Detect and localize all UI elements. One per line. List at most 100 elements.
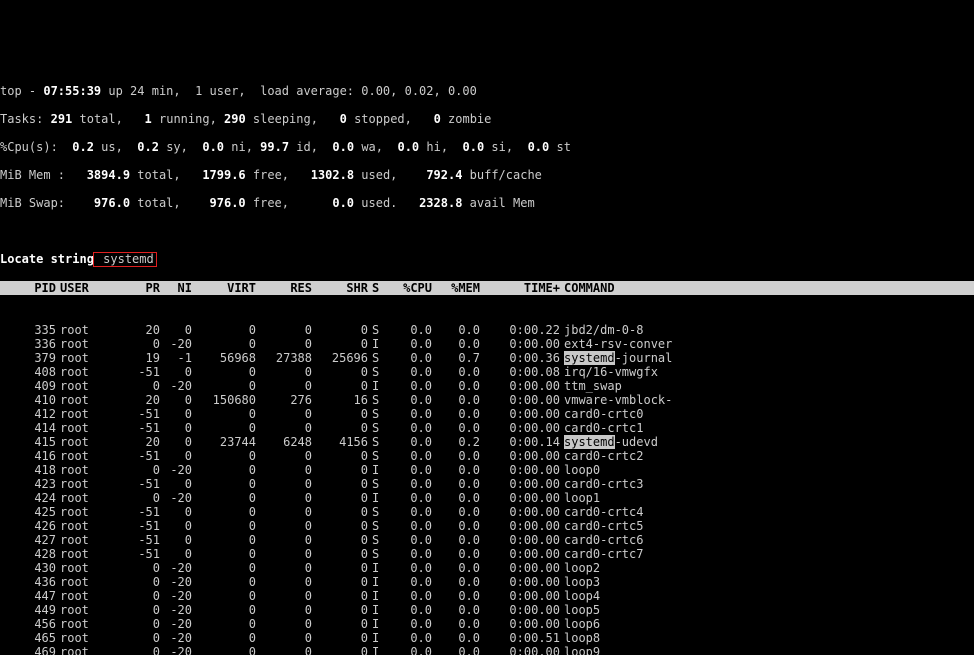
summary-area: top - 07:55:39 up 24 min, 1 user, load a…	[0, 70, 974, 224]
cell-time: 0:00.51	[480, 631, 560, 645]
col-cmd[interactable]: COMMAND	[560, 281, 615, 295]
process-row[interactable]: 409root0-20000I0.00.00:00.00ttm_swap	[0, 379, 974, 393]
process-row[interactable]: 415root2002374462484156S0.00.20:00.14sys…	[0, 435, 974, 449]
process-row[interactable]: 412root-510000S0.00.00:00.00card0-crtc0	[0, 407, 974, 421]
cell-cmd: card0-crtc4	[560, 505, 643, 519]
cell-shr: 0	[312, 603, 368, 617]
cell-pr: 20	[120, 323, 160, 337]
cell-res: 6248	[256, 435, 312, 449]
cell-res: 0	[256, 603, 312, 617]
process-row[interactable]: 425root-510000S0.00.00:00.00card0-crtc4	[0, 505, 974, 519]
col-virt[interactable]: VIRT	[192, 281, 256, 295]
process-row[interactable]: 426root-510000S0.00.00:00.00card0-crtc5	[0, 519, 974, 533]
cell-shr: 0	[312, 449, 368, 463]
cell-s: S	[368, 449, 384, 463]
cell-res: 0	[256, 491, 312, 505]
cell-time: 0:00.00	[480, 519, 560, 533]
cell-cpu: 0.0	[384, 561, 432, 575]
cell-time: 0:00.14	[480, 435, 560, 449]
col-shr[interactable]: SHR	[312, 281, 368, 295]
cell-cmd: jbd2/dm-0-8	[560, 323, 643, 337]
cell-cmd: ext4-rsv-conver	[560, 337, 672, 351]
cell-pid: 409	[0, 379, 56, 393]
tasks-running: 1	[145, 112, 152, 126]
col-pr[interactable]: PR	[120, 281, 160, 295]
process-row[interactable]: 469root0-20000I0.00.00:00.00loop9	[0, 645, 974, 655]
process-row[interactable]: 428root-510000S0.00.00:00.00card0-crtc7	[0, 547, 974, 561]
cell-shr: 25696	[312, 351, 368, 365]
search-hit: systemd	[564, 435, 615, 449]
process-row[interactable]: 336root0-20000I0.00.00:00.00ext4-rsv-con…	[0, 337, 974, 351]
cell-user: root	[56, 589, 120, 603]
cell-pid: 449	[0, 603, 56, 617]
cell-mem: 0.0	[432, 505, 480, 519]
cell-pr: 0	[120, 463, 160, 477]
process-row[interactable]: 456root0-20000I0.00.00:00.00loop6	[0, 617, 974, 631]
cell-res: 0	[256, 407, 312, 421]
cell-pid: 447	[0, 589, 56, 603]
cell-pid: 427	[0, 533, 56, 547]
cell-user: root	[56, 435, 120, 449]
cell-virt: 0	[192, 561, 256, 575]
cell-mem: 0.0	[432, 449, 480, 463]
cell-ni: -20	[160, 603, 192, 617]
cell-pid: 415	[0, 435, 56, 449]
process-row[interactable]: 335root200000S0.00.00:00.22jbd2/dm-0-8	[0, 323, 974, 337]
cell-shr: 0	[312, 505, 368, 519]
cell-res: 0	[256, 365, 312, 379]
locate-input[interactable]: systemd	[93, 252, 157, 267]
process-row[interactable]: 410root20015068027616S0.00.00:00.00vmwar…	[0, 393, 974, 407]
col-pid[interactable]: PID	[0, 281, 56, 295]
process-row[interactable]: 449root0-20000I0.00.00:00.00loop5	[0, 603, 974, 617]
process-row[interactable]: 424root0-20000I0.00.00:00.00loop1	[0, 491, 974, 505]
cell-s: S	[368, 477, 384, 491]
cell-pr: -51	[120, 519, 160, 533]
cell-pr: -51	[120, 449, 160, 463]
cell-ni: -20	[160, 617, 192, 631]
cell-s: I	[368, 337, 384, 351]
column-header-row[interactable]: PIDUSERPRNIVIRTRESSHRS%CPU%MEMTIME+COMMA…	[0, 281, 974, 295]
cell-user: root	[56, 603, 120, 617]
cell-s: S	[368, 547, 384, 561]
mem-label: MiB Mem :	[0, 168, 87, 182]
col-time[interactable]: TIME+	[480, 281, 560, 295]
cell-s: I	[368, 645, 384, 655]
process-row[interactable]: 423root-510000S0.00.00:00.00card0-crtc3	[0, 477, 974, 491]
process-row[interactable]: 465root0-20000I0.00.00:00.51loop8	[0, 631, 974, 645]
process-row[interactable]: 408root-510000S0.00.00:00.08irq/16-vmwgf…	[0, 365, 974, 379]
process-row[interactable]: 430root0-20000I0.00.00:00.00loop2	[0, 561, 974, 575]
cell-pid: 426	[0, 519, 56, 533]
process-row[interactable]: 416root-510000S0.00.00:00.00card0-crtc2	[0, 449, 974, 463]
process-list[interactable]: 335root200000S0.00.00:00.22jbd2/dm-0-833…	[0, 323, 974, 655]
cell-pid: 436	[0, 575, 56, 589]
col-res[interactable]: RES	[256, 281, 312, 295]
cell-ni: 0	[160, 533, 192, 547]
cell-pid: 336	[0, 337, 56, 351]
cell-shr: 0	[312, 589, 368, 603]
cell-mem: 0.0	[432, 645, 480, 655]
process-row[interactable]: 447root0-20000I0.00.00:00.00loop4	[0, 589, 974, 603]
cell-cpu: 0.0	[384, 435, 432, 449]
locate-prompt[interactable]: Locate string systemd	[0, 252, 157, 267]
cell-virt: 0	[192, 589, 256, 603]
cell-pid: 408	[0, 365, 56, 379]
process-row[interactable]: 427root-510000S0.00.00:00.00card0-crtc6	[0, 533, 974, 547]
col-ni[interactable]: NI	[160, 281, 192, 295]
cell-user: root	[56, 407, 120, 421]
cell-res: 0	[256, 631, 312, 645]
cell-cmd: irq/16-vmwgfx	[560, 365, 658, 379]
cell-virt: 0	[192, 617, 256, 631]
top-clock: top -	[0, 84, 43, 98]
cell-cmd: loop3	[560, 575, 600, 589]
process-row[interactable]: 436root0-20000I0.00.00:00.00loop3	[0, 575, 974, 589]
col-s[interactable]: S	[368, 281, 384, 295]
process-row[interactable]: 418root0-20000I0.00.00:00.00loop0	[0, 463, 974, 477]
cell-mem: 0.0	[432, 337, 480, 351]
col-mem[interactable]: %MEM	[432, 281, 480, 295]
cell-virt: 0	[192, 477, 256, 491]
cell-ni: -20	[160, 491, 192, 505]
process-row[interactable]: 379root19-1569682738825696S0.00.70:00.36…	[0, 351, 974, 365]
process-row[interactable]: 414root-510000S0.00.00:00.00card0-crtc1	[0, 421, 974, 435]
col-user[interactable]: USER	[56, 281, 120, 295]
col-cpu[interactable]: %CPU	[384, 281, 432, 295]
